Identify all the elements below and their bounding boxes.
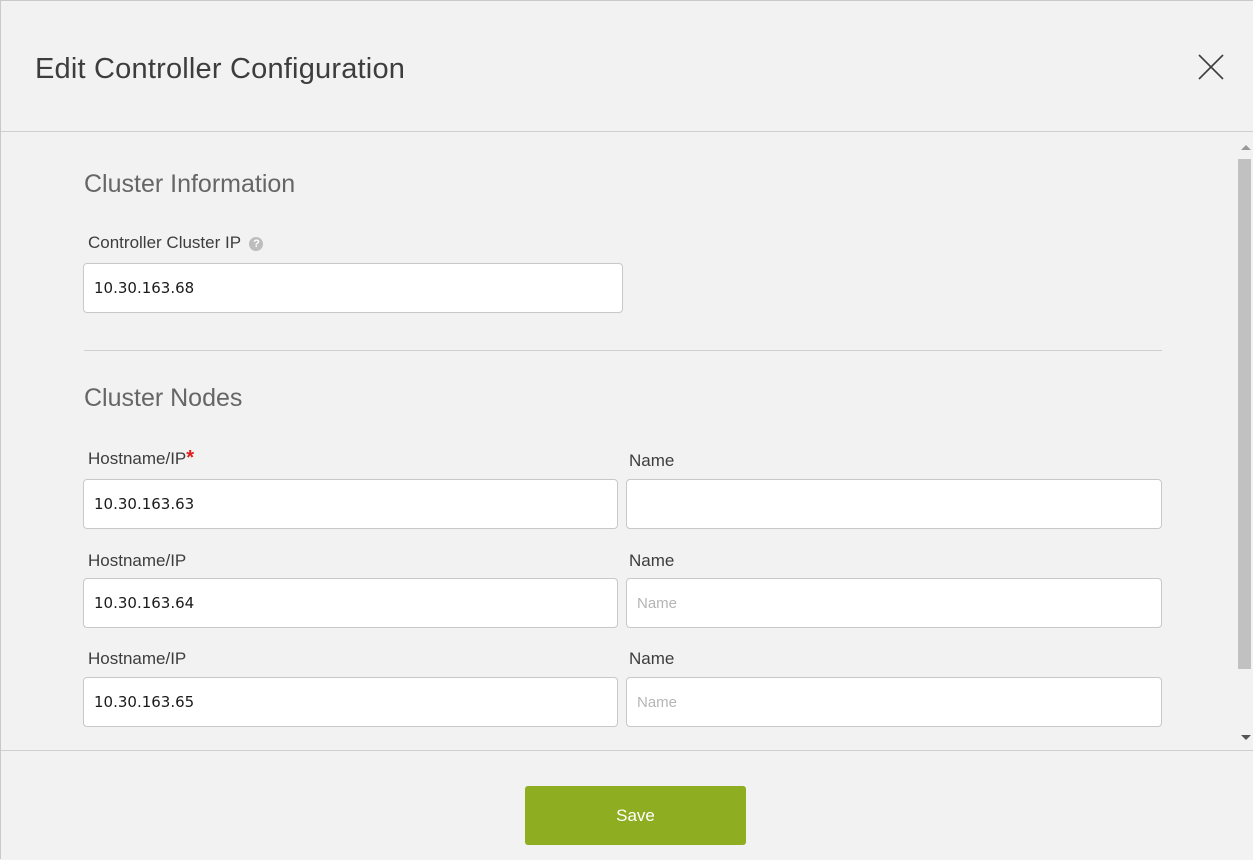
save-button[interactable]: Save xyxy=(525,786,746,845)
modal-body: Cluster Information Controller Cluster I… xyxy=(1,133,1235,749)
vertical-scrollbar[interactable] xyxy=(1237,139,1253,747)
scroll-down-arrow-icon[interactable] xyxy=(1241,735,1251,740)
scrollbar-thumb[interactable] xyxy=(1238,159,1251,669)
section-title-cluster-information: Cluster Information xyxy=(84,170,296,198)
node-1-name-input[interactable] xyxy=(626,479,1162,529)
modal-title: Edit Controller Configuration xyxy=(35,53,406,85)
controller-cluster-ip-input[interactable] xyxy=(83,263,623,313)
node-3-name-input[interactable] xyxy=(626,677,1162,727)
modal-header: Edit Controller Configuration xyxy=(1,1,1253,132)
node-2-name-input[interactable] xyxy=(626,578,1162,628)
node-1-hostname-label: Hostname/IP* xyxy=(88,447,194,470)
node-3-name-label: Name xyxy=(629,649,675,668)
controller-cluster-ip-label: Controller Cluster IP ? xyxy=(88,233,264,253)
section-divider xyxy=(84,350,1162,351)
edit-controller-modal: Edit Controller Configuration Cluster In… xyxy=(0,0,1253,859)
node-3-hostname-label: Hostname/IP xyxy=(88,649,187,668)
node-2-hostname-label: Hostname/IP xyxy=(88,551,187,570)
controller-cluster-ip-label-text: Controller Cluster IP xyxy=(88,233,241,252)
node-3-hostname-input[interactable] xyxy=(83,677,618,727)
node-2-name-label: Name xyxy=(629,551,675,570)
node-1-hostname-input[interactable] xyxy=(83,479,618,529)
close-icon[interactable] xyxy=(1195,51,1227,83)
node-2-hostname-input[interactable] xyxy=(83,578,618,628)
node-1-name-label: Name xyxy=(629,451,675,470)
question-circle-icon[interactable]: ? xyxy=(249,237,264,251)
section-title-cluster-nodes: Cluster Nodes xyxy=(84,384,243,412)
modal-footer: Save xyxy=(1,750,1253,860)
node-1-hostname-label-text: Hostname/IP xyxy=(88,449,187,468)
required-star: * xyxy=(186,447,195,469)
scroll-up-arrow-icon[interactable] xyxy=(1241,145,1251,150)
